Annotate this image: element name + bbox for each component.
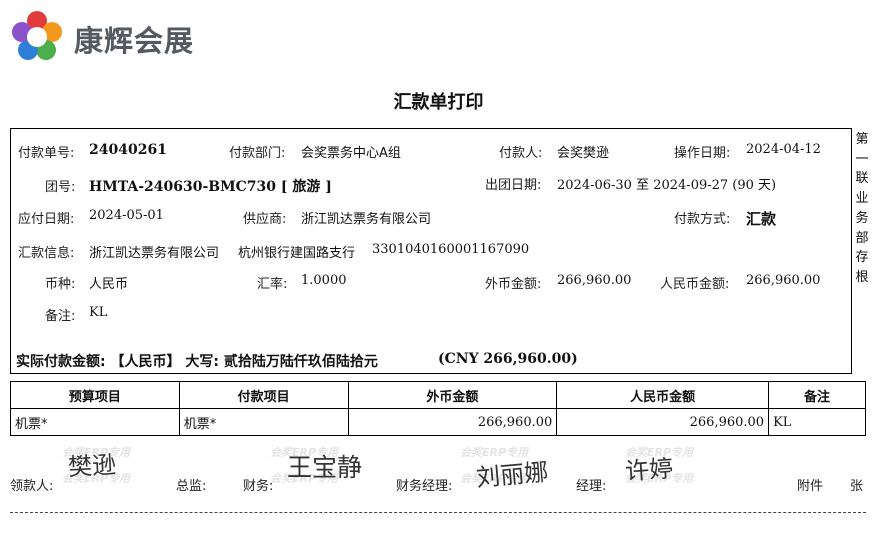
finance-label: 财务:: [243, 479, 274, 494]
table-cell: 机票*: [178, 408, 349, 436]
table-header: 外币金额: [347, 381, 558, 409]
attachment-label: 附件: [797, 479, 824, 494]
remit-bank: 杭州银行建国路支行: [238, 246, 356, 261]
remit-company: 浙江凯达票务有限公司: [89, 246, 220, 261]
signature-finance: 王宝静: [287, 453, 363, 482]
rmb-amount: 266,960.00: [746, 273, 821, 288]
rate: 1.0000: [301, 273, 347, 288]
actual-amount-cny: (CNY 266,960.00): [438, 351, 578, 367]
items-table: 预算项目 付款项目 外币金额 人民币金额 备注 机票* 机票* 266,960.…: [10, 381, 866, 436]
pay-no: 24040261: [89, 142, 167, 158]
op-date: 2024-04-12: [746, 142, 821, 157]
copy-note: 第 一 联 业 务 部 存 根: [855, 130, 869, 288]
flower-logo-icon: [12, 11, 62, 60]
due-date: 2024-05-01: [89, 208, 164, 223]
supplier-label: 供应商:: [243, 212, 287, 227]
actual-amount-text: 实际付款金额: 【人民币】 大写: 贰拾陆万陆仟玖佰陆拾元: [16, 354, 378, 370]
copy-note-char: 业: [855, 191, 869, 207]
foreign-amount-label: 外币金额:: [485, 277, 542, 292]
table-header: 人民币金额: [556, 381, 770, 409]
note-label: 备注:: [45, 309, 76, 324]
copy-note-char: 根: [855, 269, 869, 285]
rmb-amount-label: 人民币金额:: [660, 277, 730, 292]
signature-manager: 许婷: [624, 454, 675, 486]
op-date-label: 操作日期:: [674, 146, 731, 161]
table-header: 付款项目: [178, 381, 349, 409]
method-label: 付款方式:: [674, 212, 731, 227]
finance-manager-label: 财务经理:: [396, 479, 453, 494]
supplier: 浙江凯达票务有限公司: [301, 212, 432, 227]
table-header: 备注: [768, 381, 866, 409]
copy-note-char: 存: [855, 250, 869, 266]
logo-text: 康辉会展: [74, 24, 195, 58]
rate-label: 汇率:: [257, 277, 288, 292]
copy-note-char: 联: [855, 171, 869, 187]
table-cell: 机票*: [10, 408, 180, 436]
director-label: 总监:: [176, 479, 207, 494]
payer: 会奖樊逊: [557, 146, 610, 161]
payee-label: 领款人:: [10, 479, 54, 494]
group-no: HMTA-240630-BMC730 [ 旅游 ]: [89, 179, 332, 195]
currency-label: 币种:: [45, 277, 76, 292]
copy-note-char: 第: [855, 132, 869, 147]
payer-label: 付款人:: [499, 146, 543, 161]
note: KL: [89, 305, 108, 320]
foreign-amount: 266,960.00: [557, 273, 632, 288]
copy-note-char: 一: [855, 151, 869, 167]
currency: 人民币: [89, 277, 129, 292]
page-title: 汇款单打印: [393, 92, 484, 113]
table-header: 预算项目: [10, 381, 180, 409]
remit-account: 3301040160001167090: [372, 242, 530, 257]
manager-label: 经理:: [576, 479, 607, 494]
table-cell: KL: [768, 408, 866, 436]
tour-date: 2024-06-30 至 2024-09-27 (90 天): [557, 178, 777, 193]
sheet-label: 张: [850, 479, 864, 494]
table-header-row: 预算项目 付款项目 外币金额 人民币金额 备注: [10, 381, 866, 409]
cut-line: [10, 512, 866, 513]
tour-date-label: 出团日期:: [485, 178, 542, 193]
pay-method: 汇款: [746, 210, 777, 228]
dept: 会奖票务中心A组: [301, 146, 401, 161]
signature-finance-manager: 刘丽娜: [475, 457, 550, 493]
due-date-label: 应付日期:: [18, 212, 75, 227]
dept-label: 付款部门:: [229, 146, 286, 161]
group-label: 团号:: [45, 180, 76, 195]
signature-payee: 樊逊: [67, 450, 117, 482]
copy-note-char: 务: [855, 210, 869, 226]
table-row: 机票* 机票* 266,960.00 266,960.00 KL: [10, 408, 866, 436]
remit-label: 汇款信息:: [18, 246, 75, 261]
pay-no-label: 付款单号:: [18, 146, 75, 161]
table-cell: 266,960.00: [556, 408, 770, 436]
table-cell: 266,960.00: [347, 408, 558, 436]
copy-note-char: 部: [855, 230, 869, 246]
